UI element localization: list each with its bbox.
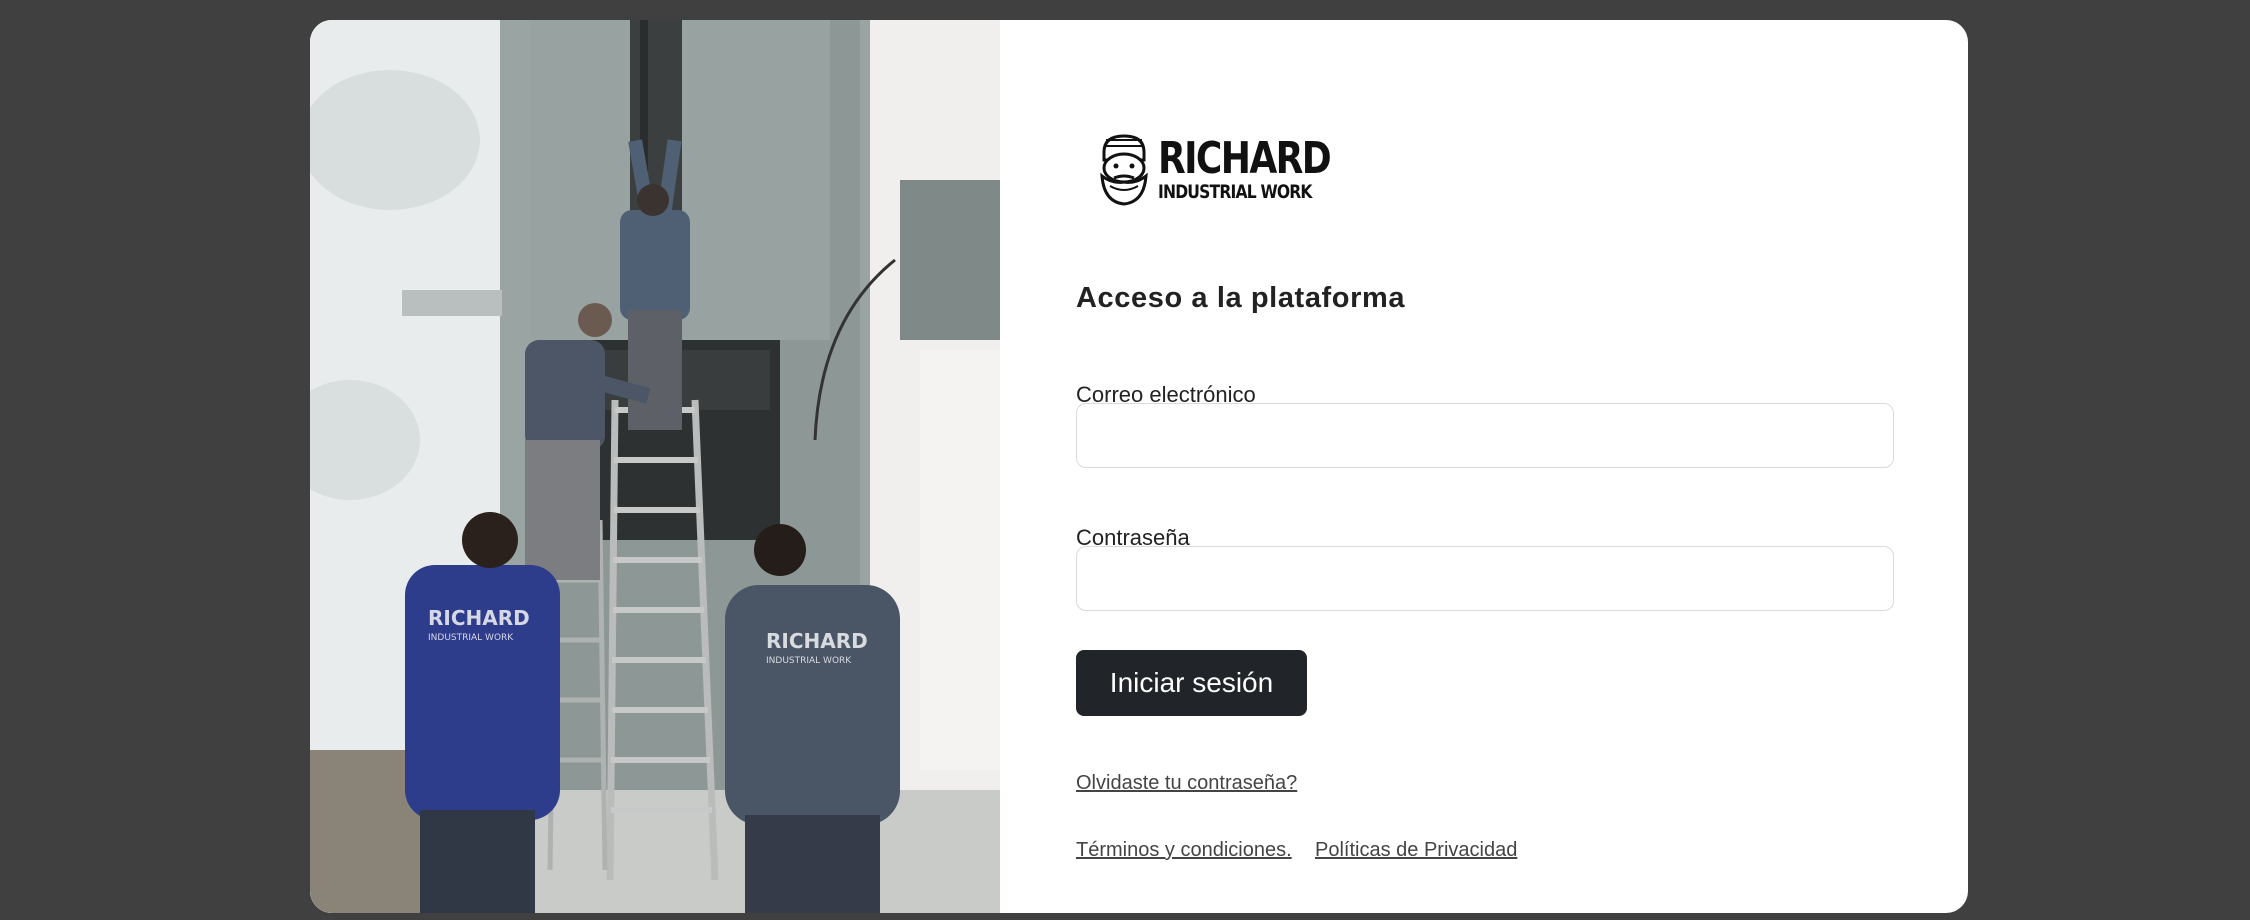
page-title: Acceso a la plataforma: [1076, 282, 1406, 314]
login-button[interactable]: Iniciar sesión: [1076, 650, 1307, 716]
workers-installing-chimney-image: RICHARD INDUSTRIAL WORK RICHARD INDUSTRI…: [310, 20, 1000, 913]
bearded-face-logo-icon: [1100, 134, 1148, 206]
brand-wordmark: RICHARD INDUSTRIAL WORK: [1158, 132, 1368, 203]
brand-name: RICHARD: [1158, 132, 1332, 184]
svg-text:RICHARD: RICHARD: [428, 606, 530, 630]
svg-text:INDUSTRIAL WORK: INDUSTRIAL WORK: [428, 633, 514, 643]
hero-photo: RICHARD INDUSTRIAL WORK RICHARD INDUSTRI…: [310, 20, 1000, 913]
email-field[interactable]: [1076, 403, 1894, 468]
brand-tagline: INDUSTRIAL WORK: [1158, 180, 1312, 203]
privacy-link[interactable]: Políticas de Privacidad: [1315, 839, 1517, 862]
login-card: RICHARD INDUSTRIAL WORK RICHARD INDUSTRI…: [310, 20, 1968, 913]
terms-link[interactable]: Términos y condiciones.: [1076, 839, 1292, 862]
svg-text:INDUSTRIAL WORK: INDUSTRIAL WORK: [766, 656, 852, 666]
svg-text:RICHARD: RICHARD: [766, 629, 868, 653]
password-field[interactable]: [1076, 546, 1894, 611]
brand-logo: RICHARD INDUSTRIAL WORK: [1096, 132, 1368, 206]
forgot-password-link[interactable]: Olvidaste tu contraseña?: [1076, 772, 1297, 795]
login-form-panel: RICHARD INDUSTRIAL WORK Acceso a la plat…: [1000, 20, 1968, 913]
